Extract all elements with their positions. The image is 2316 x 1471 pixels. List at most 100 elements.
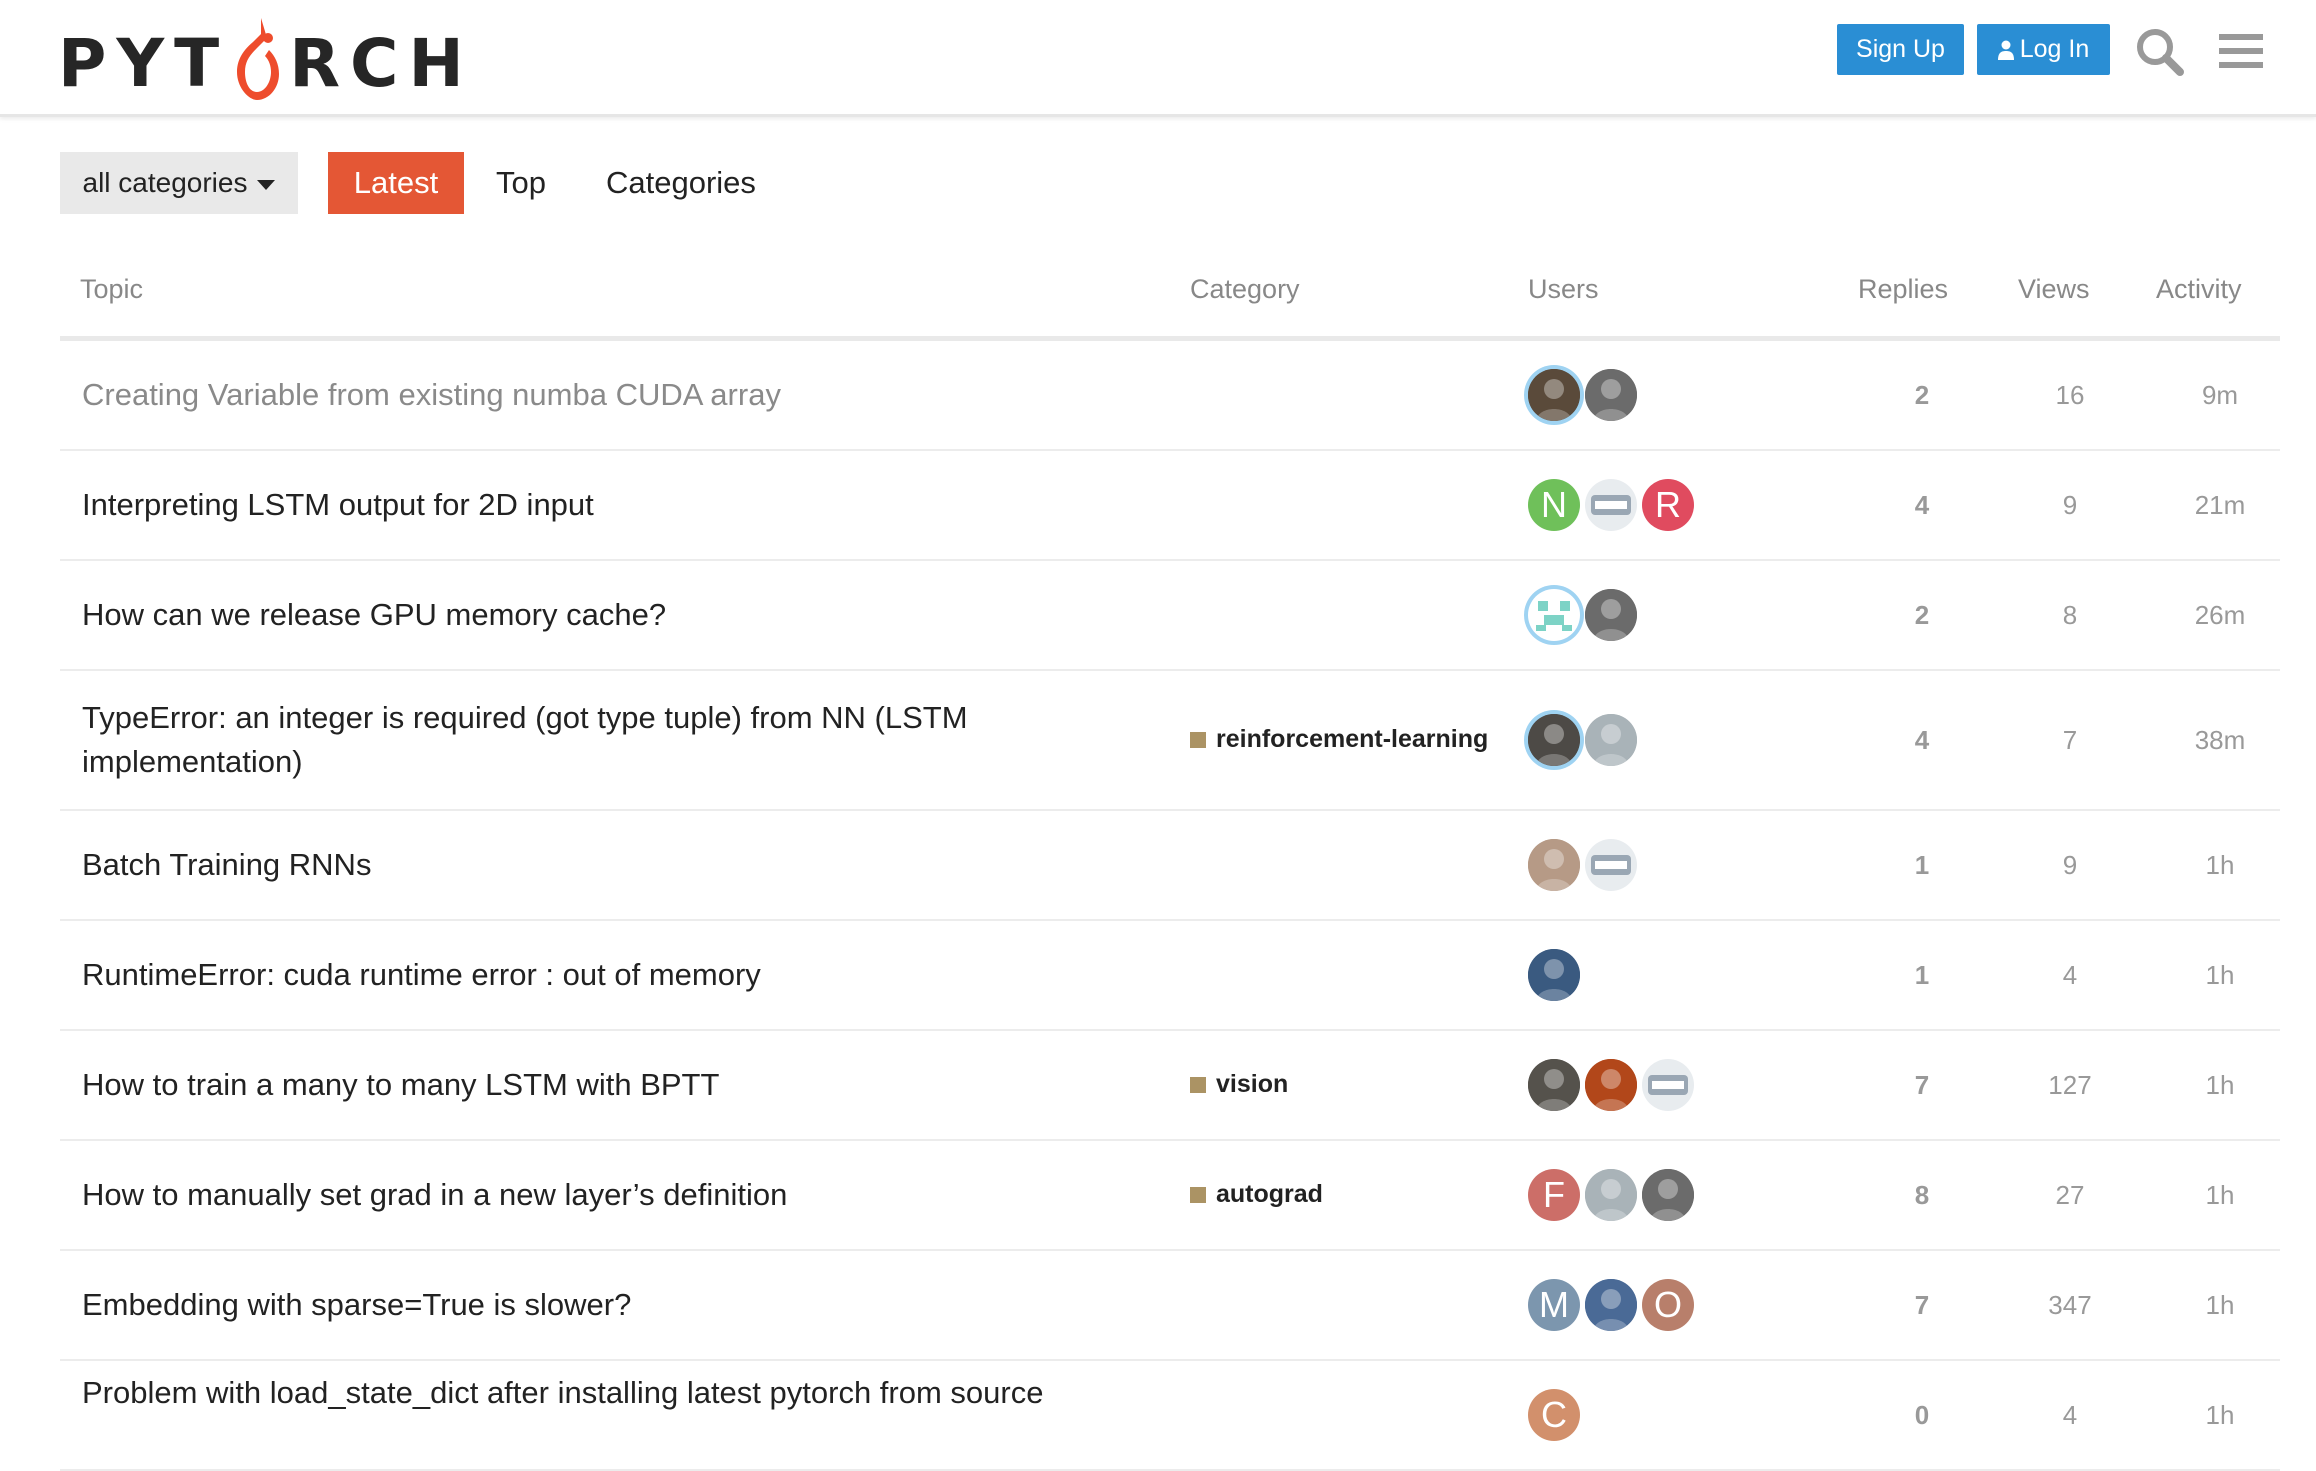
activity-time[interactable]: 1h [2175,1290,2265,1321]
sign-up-button[interactable]: Sign Up [1837,24,1964,75]
user-avatar[interactable] [1642,1169,1694,1221]
reply-count: 1 [1914,850,1930,880]
user-avatar[interactable]: N [1528,479,1580,531]
pytorch-logo[interactable]: PYT RCH [58,12,474,102]
activity-time[interactable]: 9m [2175,380,2265,411]
reply-count: 2 [1914,600,1930,630]
topic-title-link[interactable]: RuntimeError: cuda runtime error : out o… [82,953,1082,997]
avatar-letter: C [1541,1394,1567,1435]
activity-time[interactable]: 1h [2175,850,2265,881]
table-row[interactable]: How to train a many to many LSTM with BP… [60,1031,2280,1141]
topic-title-link[interactable]: How can we release GPU memory cache? [82,593,1082,637]
user-avatar[interactable] [1585,1059,1637,1111]
tab-latest[interactable]: Latest [328,152,464,214]
user-avatar[interactable] [1528,369,1580,421]
activity-time[interactable]: 1h [2175,1070,2265,1101]
user-avatar[interactable] [1585,714,1637,766]
participant-avatars [1528,589,1637,641]
caret-down-icon [257,180,276,190]
user-avatar[interactable] [1528,589,1580,641]
user-avatar[interactable]: M [1528,1279,1580,1331]
user-avatar[interactable] [1528,1059,1580,1111]
table-row[interactable]: Embedding with sparse=True is slower? M O 7… [60,1251,2280,1361]
participant-avatars [1528,839,1637,891]
sticker-avatar-icon [1591,495,1631,515]
activity-time[interactable]: 21m [2175,490,2265,521]
column-category: Category [1190,274,1300,304]
category-color-swatch [1190,1076,1206,1093]
table-row[interactable]: TypeError: an integer is required (got t… [60,671,2280,811]
table-row[interactable]: How to manually set grad in a new layer’… [60,1141,2280,1251]
logo-suffix: RCH [289,25,474,102]
column-views[interactable]: Views [2018,274,2090,305]
user-photo-icon [1528,949,1580,1001]
category-badge[interactable]: autograd [1190,1180,1323,1209]
user-avatar[interactable] [1528,714,1580,766]
user-avatar[interactable] [1528,839,1580,891]
user-photo-icon [1585,589,1637,641]
category-badge[interactable]: vision [1190,1070,1288,1099]
participant-avatars: C [1528,1389,1580,1441]
activity-time[interactable]: 38m [2175,725,2265,756]
tab-categories[interactable]: Categories [606,152,756,214]
topic-title-link[interactable]: Creating Variable from existing numba CU… [82,373,1082,417]
topic-title-link[interactable]: Interpreting LSTM output for 2D input [82,483,1082,527]
user-avatar[interactable] [1585,1279,1637,1331]
table-row[interactable]: Creating Variable from existing numba CU… [60,341,2280,451]
column-topic[interactable]: Topic [80,274,143,305]
user-avatar[interactable] [1585,1169,1637,1221]
table-row[interactable]: Problem with load_state_dict after insta… [60,1361,2280,1471]
reply-count: 8 [1914,1180,1930,1210]
table-body: Creating Variable from existing numba CU… [60,341,2280,1471]
table-row[interactable]: Interpreting LSTM output for 2D input N R 4… [60,451,2280,561]
category-label: vision [1216,1070,1289,1098]
activity-time[interactable]: 26m [2175,600,2265,631]
user-avatar[interactable] [1585,589,1637,641]
user-photo-icon [1528,714,1580,766]
participant-avatars: NR [1528,479,1694,531]
logo-prefix: PYT [58,25,230,102]
identicon-avatar-icon [1536,601,1572,631]
log-in-button[interactable]: Log In [1977,24,2110,75]
column-activity[interactable]: Activity [2156,274,2242,305]
user-avatar[interactable] [1585,479,1637,531]
user-icon [1997,40,2014,60]
site-header: PYT RCH Sign Up Log In [0,0,2316,117]
activity-time[interactable]: 1h [2175,960,2265,991]
user-avatar[interactable]: O [1642,1279,1694,1331]
table-row[interactable]: RuntimeError: cuda runtime error : out o… [60,921,2280,1031]
user-avatar[interactable] [1642,1059,1694,1111]
user-avatar[interactable] [1585,839,1637,891]
table-row[interactable]: How can we release GPU memory cache? 2 8 26… [60,561,2280,671]
topic-title-link[interactable]: Embedding with sparse=True is slower? [82,1283,1082,1327]
topic-title-link[interactable]: How to manually set grad in a new layer’… [82,1173,1082,1217]
topic-title-link[interactable]: TypeError: an integer is required (got t… [82,696,1082,784]
sign-up-label: Sign Up [1856,35,1945,63]
column-users: Users [1528,274,1599,304]
user-photo-icon [1585,1279,1637,1331]
topic-title-link[interactable]: Problem with load_state_dict after insta… [82,1371,1082,1415]
hamburger-menu-icon[interactable] [2216,26,2268,78]
topic-title-link[interactable]: Batch Training RNNs [82,843,1082,887]
user-photo-icon [1528,839,1580,891]
log-in-label: Log In [2019,35,2090,63]
activity-time[interactable]: 1h [2175,1400,2265,1431]
user-avatar[interactable] [1585,369,1637,421]
sticker-avatar-icon [1648,1075,1688,1095]
search-icon[interactable] [2134,26,2186,78]
user-avatar[interactable] [1528,949,1580,1001]
column-replies[interactable]: Replies [1858,274,1948,305]
user-avatar[interactable]: C [1528,1389,1580,1441]
activity-time[interactable]: 1h [2175,1180,2265,1211]
category-dropdown[interactable]: all categories [60,152,298,214]
table-row[interactable]: Batch Training RNNs 1 9 1h [60,811,2280,921]
view-count: 347 [2048,1290,2092,1320]
sticker-avatar-icon [1591,855,1631,875]
topic-title-link[interactable]: How to train a many to many LSTM with BP… [82,1063,1082,1107]
view-count: 27 [2055,1180,2085,1210]
tab-top[interactable]: Top [496,152,546,214]
category-badge[interactable]: reinforcement-learning [1190,725,1488,754]
participant-avatars [1528,369,1637,421]
user-avatar[interactable]: R [1642,479,1694,531]
user-avatar[interactable]: F [1528,1169,1580,1221]
